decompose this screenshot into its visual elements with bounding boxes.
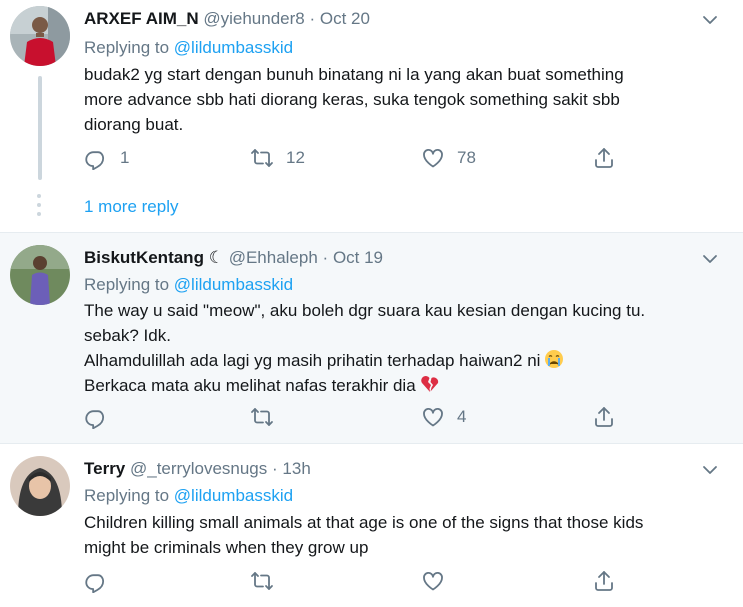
avatar[interactable]	[10, 245, 70, 305]
reply-icon	[84, 405, 108, 429]
like-button[interactable]	[421, 569, 457, 593]
tweet-date[interactable]: 13h	[282, 459, 310, 478]
more-replies-link[interactable]: 1 more reply	[84, 197, 178, 217]
reply-button[interactable]	[84, 569, 120, 593]
replying-to: Replying to @lildumbasskid	[84, 38, 293, 58]
share-button[interactable]	[592, 569, 616, 593]
name-suffix: ☾	[208, 248, 224, 267]
tweet-line: Alhamdulillah ada lagi yg masih prihatin…	[84, 351, 541, 370]
retweet-button[interactable]: 12	[250, 146, 305, 170]
replying-to: Replying to @lildumbasskid	[84, 275, 293, 295]
share-button[interactable]	[592, 146, 616, 170]
tweet-actions: 1 12 78	[84, 146, 624, 172]
tweet-text: Children killing small animals at that a…	[84, 510, 724, 560]
user-handle[interactable]: @_terrylovesnugs	[130, 459, 267, 478]
tweet-line-with-emoji: Berkaca mata aku melihat nafas terakhir …	[84, 373, 724, 398]
display-name[interactable]: ARXEF AIM_N	[84, 9, 199, 28]
like-count: 78	[457, 148, 476, 167]
replying-prefix: Replying to	[84, 38, 170, 57]
heart-icon	[421, 569, 445, 593]
separator-dot: ·	[322, 248, 329, 267]
tweet-header: Terry @_terrylovesnugs · 13h	[84, 459, 311, 479]
tweet-text: The way u said "meow", aku boleh dgr sua…	[84, 298, 724, 398]
mention-link[interactable]: @lildumbasskid	[174, 486, 293, 505]
tweet-line: The way u said "meow", aku boleh dgr sua…	[84, 301, 646, 320]
retweet-count: 12	[286, 148, 305, 167]
tweet-line-with-emoji: Alhamdulillah ada lagi yg masih prihatin…	[84, 348, 724, 373]
tweet-line: might be criminals when they grow up	[84, 538, 369, 557]
avatar[interactable]	[10, 6, 70, 66]
reply-icon	[84, 569, 108, 593]
tweet-line: budak2 yg start dengan bunuh binatang ni…	[84, 65, 624, 84]
replying-to: Replying to @lildumbasskid	[84, 486, 293, 506]
tweet-header: ARXEF AIM_N @yiehunder8 · Oct 20	[84, 9, 370, 29]
tweet-date[interactable]: Oct 19	[333, 248, 383, 267]
retweet-button[interactable]	[250, 405, 286, 429]
user-handle[interactable]: @yiehunder8	[203, 9, 304, 28]
retweet-icon	[250, 405, 274, 429]
tweet-line: Berkaca mata aku melihat nafas terakhir …	[84, 376, 416, 395]
retweet-button[interactable]	[250, 569, 286, 593]
chevron-down-icon[interactable]	[701, 250, 719, 268]
like-count: 4	[457, 407, 467, 426]
heart-icon	[421, 146, 445, 170]
share-icon	[592, 146, 616, 170]
retweet-icon	[250, 146, 274, 170]
share-icon	[592, 569, 616, 593]
reply-button[interactable]: 1	[84, 146, 129, 170]
tweet-line: sebak? Idk.	[84, 326, 171, 345]
replying-prefix: Replying to	[84, 275, 170, 294]
tweet-text: budak2 yg start dengan bunuh binatang ni…	[84, 62, 724, 137]
thread-line	[38, 76, 42, 180]
separator-dot: ·	[309, 9, 316, 28]
tweet[interactable]: BiskutKentang ☾ @Ehhaleph · Oct 19 Reply…	[0, 233, 743, 443]
mention-link[interactable]: @lildumbasskid	[174, 38, 293, 57]
separator-dot: ·	[272, 459, 278, 478]
avatar[interactable]	[10, 456, 70, 516]
thread-dots	[37, 194, 41, 221]
tweet-line: more advance sbb hati diorang keras, suk…	[84, 90, 620, 109]
tweet[interactable]: ARXEF AIM_N @yiehunder8 · Oct 20 Replyin…	[0, 0, 743, 232]
reply-count: 1	[120, 148, 130, 167]
heart-icon	[421, 405, 445, 429]
display-name[interactable]: BiskutKentang	[84, 248, 204, 267]
chevron-down-icon[interactable]	[701, 461, 719, 479]
reply-button[interactable]	[84, 405, 120, 429]
share-icon	[592, 405, 616, 429]
chevron-down-icon[interactable]	[701, 11, 719, 29]
replying-prefix: Replying to	[84, 486, 170, 505]
tweet-actions	[84, 569, 624, 595]
tweet-date[interactable]: Oct 20	[320, 9, 370, 28]
like-button[interactable]: 78	[421, 146, 476, 170]
reply-icon	[84, 146, 108, 170]
crying-face-emoji	[545, 350, 564, 368]
retweet-icon	[250, 569, 274, 593]
share-button[interactable]	[592, 405, 616, 429]
mention-link[interactable]: @lildumbasskid	[174, 275, 293, 294]
tweet-header: BiskutKentang ☾ @Ehhaleph · Oct 19	[84, 248, 383, 268]
like-button[interactable]: 4	[421, 405, 466, 429]
tweet-actions: 4	[84, 405, 624, 431]
display-name[interactable]: Terry	[84, 459, 125, 478]
broken-heart-emoji	[420, 375, 438, 392]
tweet-line: Children killing small animals at that a…	[84, 513, 644, 532]
tweet-line: diorang buat.	[84, 115, 184, 134]
user-handle[interactable]: @Ehhaleph	[229, 248, 318, 267]
tweet[interactable]: Terry @_terrylovesnugs · 13h Replying to…	[0, 444, 743, 607]
